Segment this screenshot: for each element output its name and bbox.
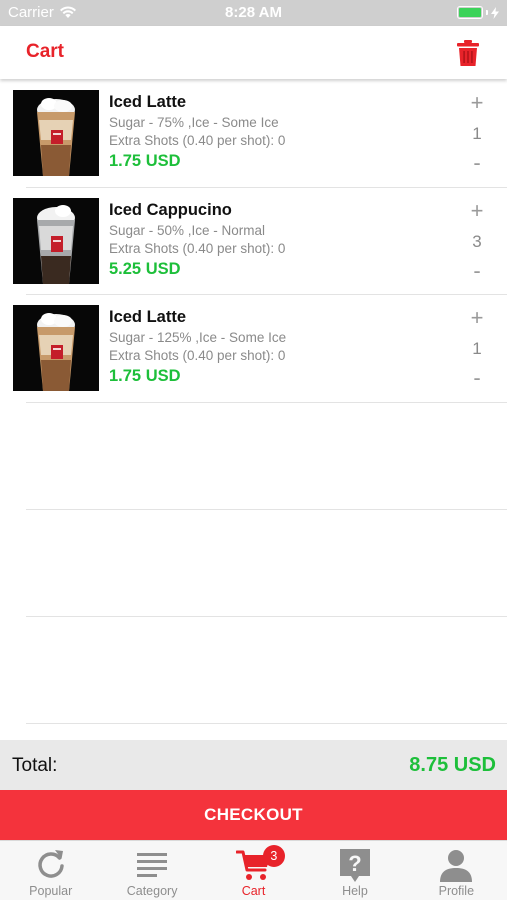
total-bar: Total: 8.75 USD [0,740,507,790]
cart-item[interactable]: Iced Latte Sugar - 125% ,Ice - Some Ice … [0,295,507,403]
quantity-value: 1 [472,124,482,143]
decrease-quantity-button[interactable]: - [469,367,485,389]
status-bar: Carrier 8:28 AM [0,0,507,26]
cart-list: Iced Latte Sugar - 75% ,Ice - Some Ice E… [0,80,507,403]
checkout-button[interactable]: CHECKOUT [0,790,507,840]
item-options: Sugar - 50% ,Ice - Normal [109,222,266,238]
cart-item[interactable]: Iced Cappucino Sugar - 50% ,Ice - Normal… [0,188,507,295]
item-price: 1.75 USD [109,152,181,170]
total-value: 8.75 USD [409,754,496,776]
row-divider [26,509,507,510]
decrease-quantity-button[interactable]: - [469,152,485,174]
tab-cart[interactable]: 3 Cart [203,841,304,900]
tab-label: Cart [241,884,266,898]
product-image [13,197,99,284]
product-image [13,305,99,391]
battery-indicator [457,6,499,19]
iced-drink-image [13,90,99,176]
item-options: Sugar - 75% ,Ice - Some Ice [109,115,279,130]
cart-count-badge: 3 [262,845,285,867]
item-name: Iced Latte [109,308,187,326]
iced-drink-image [13,197,99,284]
item-extra-shots: Extra Shots (0.40 per shot): 0 [109,133,286,148]
svg-text:?: ? [348,851,361,876]
tab-popular[interactable]: Popular [0,841,101,900]
increase-quantity-button[interactable]: + [469,199,485,221]
quantity-value: 1 [472,339,482,358]
item-name: Iced Cappucino [109,200,232,219]
tab-label: Category [126,884,178,898]
cart-item[interactable]: Iced Latte Sugar - 75% ,Ice - Some Ice E… [0,80,507,188]
decrease-quantity-button[interactable]: - [469,259,485,281]
row-divider [26,401,507,403]
item-options: Sugar - 125% ,Ice - Some Ice [109,330,287,345]
profile-icon [440,850,473,882]
quantity-value: 3 [472,231,482,251]
delete-cart-button[interactable] [457,40,479,66]
tab-profile[interactable]: Profile [406,841,507,900]
page-title: Cart [26,41,65,62]
item-price: 5.25 USD [109,259,181,278]
tab-label: Popular [29,884,73,898]
item-name: Iced Latte [109,93,187,111]
iced-drink-image [13,305,99,391]
help-icon: ? [339,849,370,882]
clock: 8:28 AM [225,4,282,21]
tab-label: Profile [438,884,475,898]
refresh-icon [38,850,64,878]
item-extra-shots: Extra Shots (0.40 per shot): 0 [109,240,286,256]
tab-bar: Popular Category 3 Cart ? Help Profile [0,840,507,900]
tab-label: Help [342,884,368,898]
tab-help[interactable]: ? Help [304,841,405,900]
item-extra-shots: Extra Shots (0.40 per shot): 0 [109,348,286,363]
navigation-bar: Cart [0,26,507,79]
list-icon [137,853,168,877]
battery-icon [457,6,483,19]
increase-quantity-button[interactable]: + [469,307,485,329]
charging-icon [491,6,499,19]
item-price: 1.75 USD [109,367,181,385]
row-divider [26,723,507,724]
row-divider [26,616,507,617]
increase-quantity-button[interactable]: + [469,92,485,114]
product-image [13,90,99,176]
tab-category[interactable]: Category [101,841,202,900]
total-label: Total: [12,755,58,776]
